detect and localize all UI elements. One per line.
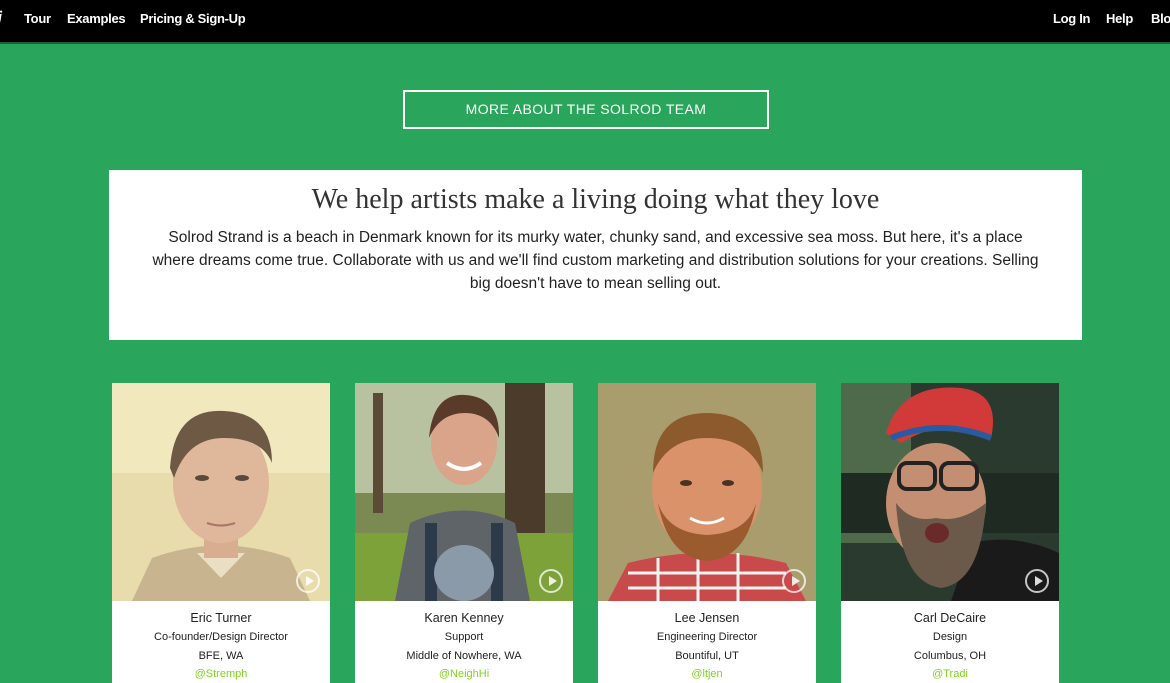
member-name: Lee Jensen [674, 611, 740, 625]
play-icon[interactable] [296, 569, 320, 593]
nav-pricing-link[interactable]: Pricing & Sign-Up [140, 11, 246, 26]
member-name: Eric Turner [190, 611, 252, 625]
member-location: Bountiful, UT [675, 650, 739, 662]
member-handle-link[interactable]: @ltjen [598, 666, 816, 682]
hero-panel: We help artists make a living doing what… [109, 170, 1082, 340]
member-location: Middle of Nowhere, WA [406, 650, 522, 662]
more-about-team-button[interactable]: MORE ABOUT THE SOLROD TEAM [403, 90, 769, 129]
hero-title: We help artists make a living doing what… [311, 184, 880, 215]
member-handle-link[interactable]: @Stremph [112, 666, 330, 682]
nav-login-link[interactable]: Log In [1053, 11, 1090, 26]
top-nav-bar: j Tour Examples Pricing & Sign-Up Log In… [0, 0, 1170, 44]
member-handle-link[interactable]: @Tradi [841, 666, 1059, 682]
team-card-lee: Lee Jensen Engineering Director Bountifu… [598, 383, 816, 683]
nav-help-link[interactable]: Help [1106, 11, 1133, 26]
team-photo[interactable] [355, 383, 573, 601]
team-photo[interactable] [112, 383, 330, 601]
member-role: Engineering Director [656, 631, 758, 643]
member-handle-link[interactable]: @NeighHi [355, 666, 573, 682]
nav-blog-link[interactable]: Blo [1151, 11, 1170, 26]
team-card-carl: Carl DeCaire Design Columbus, OH @Tradi [841, 383, 1059, 683]
team-card-eric: Eric Turner Co-founder/Design Director B… [112, 383, 330, 683]
team-card-karen: Karen Kenney Support Middle of Nowhere, … [355, 383, 573, 683]
team-photo[interactable] [841, 383, 1059, 601]
logo[interactable]: j [0, 9, 2, 26]
hero-description: Solrod Strand is a beach in Denmark know… [152, 229, 1039, 292]
member-name: Karen Kenney [424, 611, 504, 625]
member-role: Design [932, 631, 968, 643]
nav-examples-link[interactable]: Examples [67, 11, 126, 26]
member-name: Carl DeCaire [913, 611, 987, 625]
play-icon[interactable] [539, 569, 563, 593]
member-location: BFE, WA [198, 650, 244, 662]
member-location: Columbus, OH [913, 650, 987, 662]
team-photo[interactable] [598, 383, 816, 601]
member-role: Co-founder/Design Director [154, 631, 288, 643]
play-icon[interactable] [782, 569, 806, 593]
member-role: Support [444, 631, 484, 643]
play-icon[interactable] [1025, 569, 1049, 593]
nav-tour-link[interactable]: Tour [24, 11, 51, 26]
